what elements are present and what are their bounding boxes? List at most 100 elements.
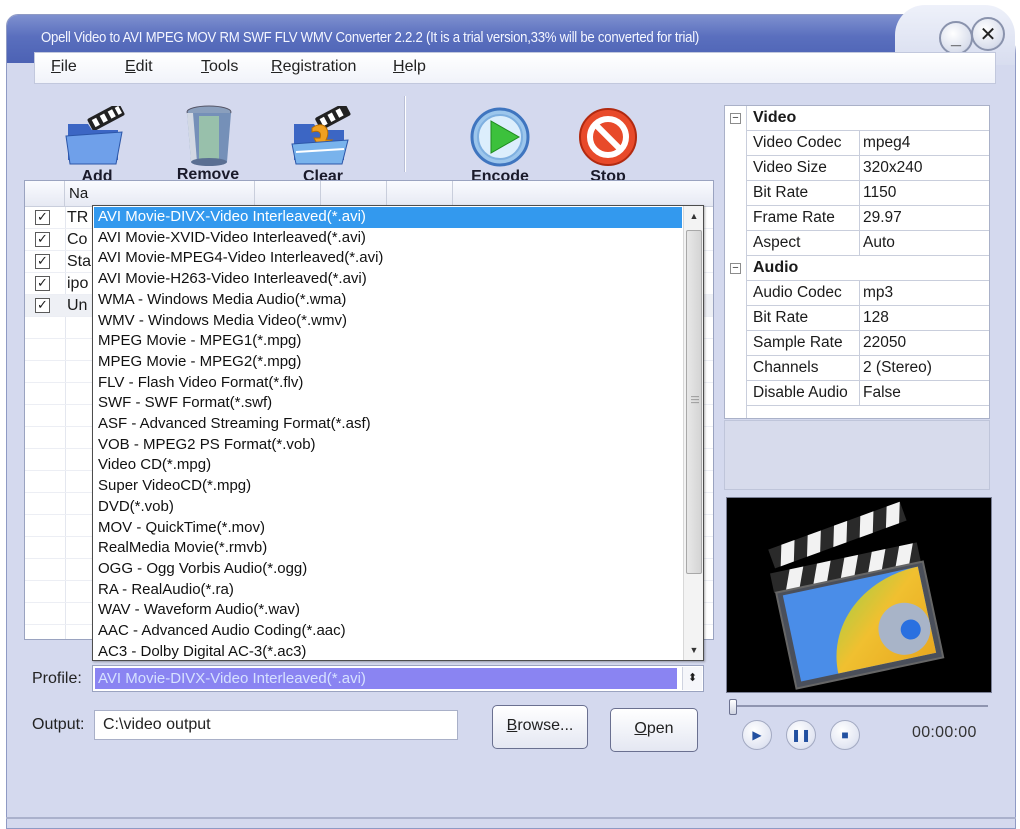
properties-grid[interactable]: − Video Video Codec mpeg4 Video Size 320x2… [724, 105, 990, 419]
property-row[interactable]: Audio Codec mp3 [747, 281, 989, 306]
remove-button[interactable]: Remove [158, 104, 258, 184]
dropdown-option[interactable]: WMV - Windows Media Video(*.wmv) [94, 311, 682, 332]
play-button[interactable]: ▶ [742, 720, 772, 750]
dropdown-option[interactable]: RealMedia Movie(*.rmvb) [94, 538, 682, 559]
scroll-up-arrow-icon[interactable]: ▲ [684, 206, 704, 226]
menu-help[interactable]: Help [393, 58, 426, 76]
dropdown-option[interactable]: MPEG Movie - MPEG1(*.mpg) [94, 331, 682, 352]
grip-icon: — — — [691, 392, 699, 407]
select-spinner-icon[interactable]: ⬍ [682, 667, 702, 690]
property-row[interactable]: Video Codec mpeg4 [747, 131, 989, 156]
trash-can-icon [173, 104, 243, 166]
add-button[interactable]: Add [47, 103, 147, 186]
dropdown-option[interactable]: WMA - Windows Media Audio(*.wma) [94, 290, 682, 311]
dropdown-option[interactable]: AVI Movie-H263-Video Interleaved(*.avi) [94, 269, 682, 290]
property-key: Bit Rate [753, 309, 809, 326]
row-checkbox[interactable]: ✓ [35, 276, 50, 291]
clear-button[interactable]: Clear [273, 103, 373, 186]
dropdown-option[interactable]: ASF - Advanced Streaming Format(*.asf) [94, 414, 682, 435]
property-value: 128 [863, 309, 889, 326]
dropdown-option[interactable]: MPEG Movie - MPEG2(*.mpg) [94, 352, 682, 373]
property-value: mp3 [863, 284, 894, 301]
category-audio[interactable]: Audio [747, 256, 989, 281]
row-checkbox[interactable]: ✓ [35, 210, 50, 225]
minimize-icon: _ [950, 27, 961, 48]
menu-label: egistration [282, 58, 357, 75]
header-column[interactable] [255, 181, 321, 207]
minimize-button[interactable]: _ [939, 21, 973, 55]
open-button[interactable]: Open [610, 708, 698, 752]
dropdown-option[interactable]: AC3 - Dolby Digital AC-3(*.ac3) [94, 642, 682, 663]
dropdown-option[interactable]: AVI Movie-DIVX-Video Interleaved(*.avi) [94, 207, 682, 228]
dropdown-option[interactable]: OGG - Ogg Vorbis Audio(*.ogg) [94, 559, 682, 580]
collapse-audio-icon[interactable]: − [730, 263, 741, 274]
menu-bar: File Edit Tools Registration Help [34, 52, 996, 84]
dropdown-option[interactable]: FLV - Flash Video Format(*.flv) [94, 373, 682, 394]
property-row[interactable]: Channels 2 (Stereo) [747, 356, 989, 381]
property-value: 22050 [863, 334, 907, 351]
header-check-column[interactable] [25, 181, 65, 207]
menu-file[interactable]: File [51, 58, 77, 76]
property-value: mpeg4 [863, 134, 911, 151]
encode-button[interactable]: Encode [450, 106, 550, 186]
scrollbar-thumb[interactable]: — — — [686, 230, 702, 574]
play-circle-icon [465, 106, 535, 168]
dropdown-option[interactable]: VOB - MPEG2 PS Format(*.vob) [94, 435, 682, 456]
browse-button[interactable]: Browse... [492, 705, 588, 749]
scroll-down-arrow-icon[interactable]: ▼ [684, 640, 704, 660]
file-name: TR [67, 209, 89, 226]
profile-label: Profile: [32, 670, 82, 687]
row-checkbox[interactable]: ✓ [35, 254, 50, 269]
row-checkbox[interactable]: ✓ [35, 298, 50, 313]
open-label: pen [646, 720, 674, 737]
profile-selected-value: AVI Movie-DIVX-Video Interleaved(*.avi) [95, 668, 677, 689]
seek-track[interactable] [736, 705, 988, 707]
property-row[interactable]: Frame Rate 29.97 [747, 206, 989, 231]
window-bottom-border [6, 817, 1016, 819]
dropdown-scrollbar[interactable]: ▲ — — — ▼ [683, 206, 703, 660]
dropdown-option[interactable]: AAC - Advanced Audio Coding(*.aac) [94, 621, 682, 642]
property-key: Frame Rate [753, 209, 835, 226]
header-name-column[interactable]: Na [65, 181, 255, 207]
property-row[interactable]: Bit Rate 1150 [747, 181, 989, 206]
window-title: Opell Video to AVI MPEG MOV RM SWF FLV W… [41, 29, 700, 46]
dropdown-option[interactable]: MOV - QuickTime(*.mov) [94, 518, 682, 539]
property-row[interactable]: Sample Rate 22050 [747, 331, 989, 356]
menu-tools[interactable]: Tools [201, 58, 238, 76]
header-column[interactable] [321, 181, 387, 207]
row-checkbox[interactable]: ✓ [35, 232, 50, 247]
dropdown-option[interactable]: AVI Movie-XVID-Video Interleaved(*.avi) [94, 228, 682, 249]
file-name: Sta [67, 253, 92, 270]
close-button[interactable]: ✕ [971, 17, 1005, 51]
dropdown-option[interactable]: RA - RealAudio(*.ra) [94, 580, 682, 601]
menu-registration[interactable]: Registration [271, 58, 356, 76]
stop-button[interactable]: Stop [558, 106, 658, 186]
property-row[interactable]: Aspect Auto [747, 231, 989, 256]
category-video[interactable]: Video [747, 106, 989, 131]
stop-playback-button[interactable]: ■ [830, 720, 860, 750]
property-description-panel [724, 420, 990, 490]
file-name: Un [67, 297, 88, 314]
header-column[interactable] [387, 181, 453, 207]
dropdown-option[interactable]: WAV - Waveform Audio(*.wav) [94, 600, 682, 621]
stop-square-icon: ■ [841, 728, 849, 742]
menu-accel: E [125, 58, 136, 75]
profile-select[interactable]: AVI Movie-DIVX-Video Interleaved(*.avi) … [92, 665, 704, 692]
property-value: False [863, 384, 901, 401]
menu-accel: F [51, 58, 61, 75]
property-row[interactable]: Disable Audio False [747, 381, 989, 406]
menu-edit[interactable]: Edit [125, 58, 153, 76]
dropdown-option[interactable]: DVD(*.vob) [94, 497, 682, 518]
pause-button[interactable]: ❚❚ [786, 720, 816, 750]
dropdown-option[interactable]: Video CD(*.mpg) [94, 455, 682, 476]
seek-slider-thumb[interactable] [729, 699, 737, 715]
dropdown-option[interactable]: SWF - SWF Format(*.swf) [94, 393, 682, 414]
property-row[interactable]: Video Size 320x240 [747, 156, 989, 181]
output-path-input[interactable] [94, 710, 458, 740]
dropdown-option[interactable]: AVI Movie-MPEG4-Video Interleaved(*.avi) [94, 248, 682, 269]
property-row[interactable]: Bit Rate 128 [747, 306, 989, 331]
collapse-video-icon[interactable]: − [730, 113, 741, 124]
playback-time: 00:00:00 [912, 724, 977, 741]
profile-dropdown-list[interactable]: AVI Movie-DIVX-Video Interleaved(*.avi) A… [92, 205, 704, 661]
dropdown-option[interactable]: Super VideoCD(*.mpg) [94, 476, 682, 497]
